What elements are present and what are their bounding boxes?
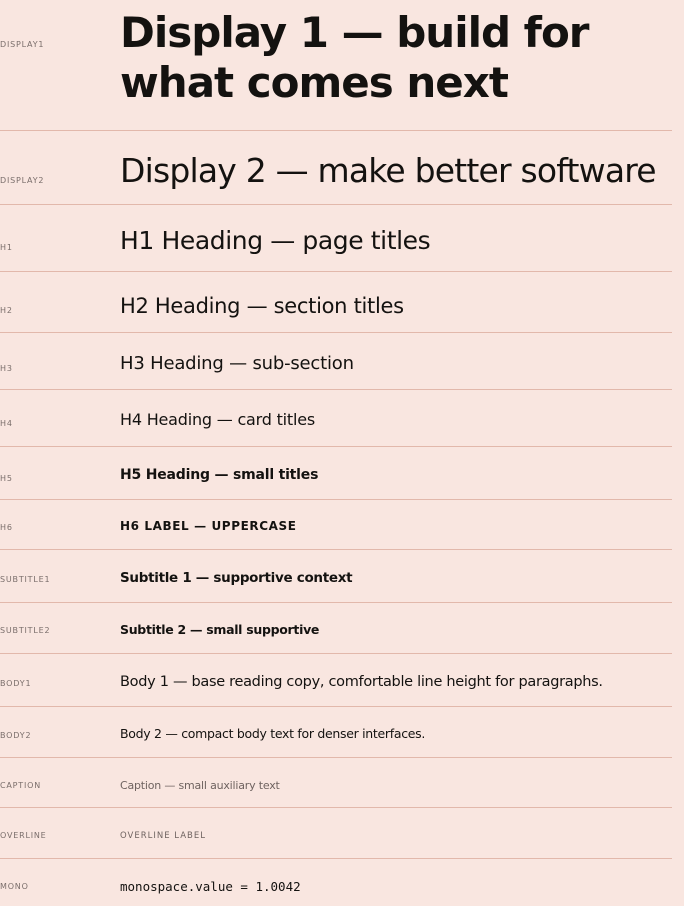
- type-row-subtitle2: SUBTITLE2 Subtitle 2 — small supportive: [0, 603, 672, 654]
- sample-mono: monospace.value = 1.0042: [120, 879, 301, 894]
- type-row-h4: H4 H4 Heading — card titles: [0, 390, 672, 447]
- token-label: OVERLINE: [0, 831, 47, 840]
- token-label: H3: [0, 364, 13, 373]
- sample-subtitle2: Subtitle 2 — small supportive: [120, 622, 320, 637]
- token-label: H5: [0, 474, 13, 483]
- sample-overline: OVERLINE LABEL: [120, 831, 206, 841]
- sample-h1: H1 Heading — page titles: [120, 226, 431, 255]
- token-label: H6: [0, 523, 13, 532]
- type-row-overline: OVERLINE OVERLINE LABEL: [0, 808, 672, 859]
- token-label: SUBTITLE2: [0, 626, 51, 635]
- type-row-display1: DISPLAY1 Display 1 — build for what come…: [0, 0, 672, 131]
- type-row-caption: CAPTION Caption — small auxiliary text: [0, 758, 672, 808]
- sample-h5: H5 Heading — small titles: [120, 467, 319, 483]
- token-label: H1: [0, 243, 13, 252]
- type-row-display2: DISPLAY2 Display 2 — make better softwar…: [0, 131, 672, 205]
- sample-display2: Display 2 — make better software: [120, 151, 657, 190]
- type-row-h1: H1 H1 Heading — page titles: [0, 205, 672, 272]
- token-label: H4: [0, 419, 13, 428]
- type-row-body1: BODY1 Body 1 — base reading copy, comfor…: [0, 654, 672, 707]
- token-label: BODY1: [0, 679, 32, 688]
- sample-body2: Body 2 — compact body text for denser in…: [120, 726, 426, 741]
- sample-h2: H2 Heading — section titles: [120, 294, 404, 318]
- sample-h6: H6 LABEL — UPPERCASE: [120, 519, 297, 533]
- token-label: SUBTITLE1: [0, 575, 51, 584]
- token-label: MONO: [0, 882, 29, 891]
- sample-h3: H3 Heading — sub-section: [120, 353, 354, 374]
- type-row-body2: BODY2 Body 2 — compact body text for den…: [0, 707, 672, 758]
- sample-caption: Caption — small auxiliary text: [120, 779, 280, 792]
- type-row-h3: H3 H3 Heading — sub-section: [0, 333, 672, 390]
- type-row-h5: H5 H5 Heading — small titles: [0, 447, 672, 500]
- token-label: H2: [0, 306, 13, 315]
- sample-display1: Display 1 — build for what comes next: [120, 8, 590, 107]
- token-label: CAPTION: [0, 781, 42, 790]
- type-row-subtitle1: SUBTITLE1 Subtitle 1 — supportive contex…: [0, 550, 672, 603]
- sample-subtitle1: Subtitle 1 — supportive context: [120, 570, 353, 586]
- token-label: DISPLAY1: [0, 40, 45, 49]
- type-row-h6: H6 H6 LABEL — UPPERCASE: [0, 500, 672, 550]
- type-row-mono: MONO monospace.value = 1.0042: [0, 859, 672, 906]
- token-label: BODY2: [0, 731, 32, 740]
- type-row-h2: H2 H2 Heading — section titles: [0, 272, 672, 333]
- sample-body1: Body 1 — base reading copy, comfortable …: [120, 674, 603, 690]
- sample-h4: H4 Heading — card titles: [120, 410, 316, 429]
- token-label: DISPLAY2: [0, 176, 45, 185]
